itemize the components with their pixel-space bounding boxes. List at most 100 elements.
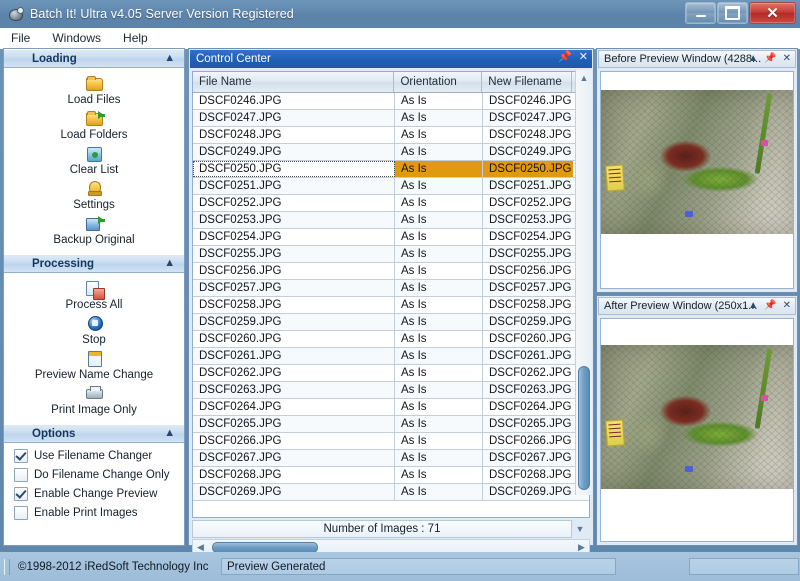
maximize-button[interactable] <box>717 2 748 24</box>
table-row[interactable]: DSCF0267.JPG As Is DSCF0267.JPG <box>193 450 589 467</box>
close-button[interactable]: ✕ <box>749 2 796 24</box>
table-row[interactable]: DSCF0260.JPG As Is DSCF0260.JPG <box>193 331 589 348</box>
sidebar-item-clear-list[interactable]: Clear List <box>4 144 184 177</box>
app-disc-icon <box>8 6 24 22</box>
table-row[interactable]: DSCF0246.JPG As Is DSCF0246.JPG <box>193 93 589 110</box>
cell-file-name: DSCF0264.JPG <box>193 399 395 415</box>
table-row[interactable]: DSCF0254.JPG As Is DSCF0254.JPG <box>193 229 589 246</box>
checkbox-row-enable-change-preview[interactable]: Enable Change Preview <box>4 484 184 503</box>
close-icon[interactable]: ✕ <box>783 299 791 312</box>
cell-orientation: As Is <box>395 280 483 296</box>
sidebar-item-process-all[interactable]: Process All <box>4 279 184 312</box>
table-row[interactable]: DSCF0257.JPG As Is DSCF0257.JPG <box>193 280 589 297</box>
table-row[interactable]: DSCF0250.JPG As Is DSCF0250.JPG <box>193 161 589 178</box>
minimize-button[interactable] <box>685 2 716 24</box>
column-header-new-filename[interactable]: New Filename <box>482 72 573 92</box>
status-panel-4 <box>689 558 799 575</box>
checkbox-row-enable-print-images[interactable]: Enable Print Images <box>4 503 184 522</box>
table-row[interactable]: DSCF0248.JPG As Is DSCF0248.JPG <box>193 127 589 144</box>
close-icon: ✕ <box>766 4 779 22</box>
cell-file-name: DSCF0257.JPG <box>193 280 395 296</box>
cell-orientation: As Is <box>395 110 483 126</box>
checkbox-use-filename-changer[interactable] <box>14 448 28 463</box>
cell-file-name: DSCF0259.JPG <box>193 314 395 330</box>
table-row[interactable]: DSCF0249.JPG As Is DSCF0249.JPG <box>193 144 589 161</box>
chevron-up-icon[interactable]: ▲ <box>164 52 176 64</box>
table-row[interactable]: DSCF0263.JPG As Is DSCF0263.JPG <box>193 382 589 399</box>
close-icon[interactable]: ✕ <box>783 52 791 65</box>
sidebar-section-options-header[interactable]: Options ▲ <box>4 424 184 443</box>
table-row[interactable]: DSCF0268.JPG As Is DSCF0268.JPG <box>193 467 589 484</box>
pin-icon[interactable]: 📌 <box>558 51 572 64</box>
scroll-left-arrow-icon[interactable]: ◀ <box>193 542 208 553</box>
table-row[interactable]: DSCF0259.JPG As Is DSCF0259.JPG <box>193 314 589 331</box>
cell-new-filename: DSCF0248.JPG <box>489 129 572 141</box>
folder-icon <box>85 74 103 92</box>
cell-new-filename: DSCF0266.JPG <box>489 435 572 447</box>
menu-item-help[interactable]: Help <box>112 29 159 47</box>
menu-item-windows[interactable]: Windows <box>41 29 112 47</box>
checkbox-do-filename-change-only[interactable] <box>14 467 28 482</box>
table-row[interactable]: DSCF0261.JPG As Is DSCF0261.JPG <box>193 348 589 365</box>
cell-orientation: As Is <box>395 365 483 381</box>
vertical-scrollbar[interactable]: ▲ <box>575 70 592 495</box>
table-row[interactable]: DSCF0255.JPG As Is DSCF0255.JPG <box>193 246 589 263</box>
sidebar-section-processing-title: Processing <box>32 257 94 270</box>
vertical-scrollbar-thumb[interactable] <box>578 366 590 490</box>
table-row[interactable]: DSCF0265.JPG As Is DSCF0265.JPG <box>193 416 589 433</box>
sidebar-item-preview-name-change[interactable]: Preview Name Change <box>4 349 184 382</box>
table-row[interactable]: DSCF0251.JPG As Is DSCF0251.JPG <box>193 178 589 195</box>
table-row[interactable]: DSCF0262.JPG As Is DSCF0262.JPG <box>193 365 589 382</box>
pin-icon[interactable]: 📌 <box>764 299 776 312</box>
close-icon[interactable]: ✕ <box>579 51 588 64</box>
menu-item-file[interactable]: File <box>0 29 41 47</box>
table-row[interactable]: DSCF0269.JPG As Is DSCF0269.JPG <box>193 484 589 501</box>
scroll-up-arrow-icon[interactable]: ▲ <box>576 70 592 85</box>
sidebar-section-processing-header[interactable]: Processing ▲ <box>4 254 184 273</box>
status-bar: ©1998-2012 iRedSoft Technology Inc Previ… <box>0 552 800 581</box>
sidebar-item-label: Backup Original <box>53 234 135 246</box>
application-window: Batch It! Ultra v4.05 Server Version Reg… <box>0 0 800 581</box>
table-row[interactable]: DSCF0266.JPG As Is DSCF0266.JPG <box>193 433 589 450</box>
grid-rows[interactable]: DSCF0246.JPG As Is DSCF0246.JPG DSCF0247.JP… <box>193 93 589 517</box>
process-all-icon <box>85 279 105 300</box>
table-row[interactable]: DSCF0256.JPG As Is DSCF0256.JPG <box>193 263 589 280</box>
cell-new-filename: DSCF0253.JPG <box>489 214 572 226</box>
cell-new-filename: DSCF0269.JPG <box>489 486 572 498</box>
chevron-up-icon[interactable]: ▲ <box>748 299 758 312</box>
horizontal-scrollbar-thumb[interactable] <box>212 541 318 553</box>
column-header-orientation[interactable]: Orientation <box>394 72 483 92</box>
sidebar-item-settings[interactable]: Settings <box>4 179 184 212</box>
table-row[interactable]: DSCF0253.JPG As Is DSCF0253.JPG <box>193 212 589 229</box>
cell-file-name: DSCF0254.JPG <box>193 229 395 245</box>
sidebar-item-load-files[interactable]: Load Files <box>4 74 184 107</box>
checkbox-enable-change-preview[interactable] <box>14 486 28 501</box>
cell-file-name: DSCF0252.JPG <box>193 195 395 211</box>
table-row[interactable]: DSCF0252.JPG As Is DSCF0252.JPG <box>193 195 589 212</box>
cell-new-filename: DSCF0262.JPG <box>489 367 572 379</box>
cell-new-filename: DSCF0251.JPG <box>489 180 572 192</box>
sidebar-item-print-image-only[interactable]: Print Image Only <box>4 384 184 417</box>
title-bar: Batch It! Ultra v4.05 Server Version Reg… <box>0 0 800 28</box>
sidebar-section-loading-header[interactable]: Loading ▲ <box>4 49 184 68</box>
scroll-right-arrow-icon[interactable]: ▶ <box>574 542 589 553</box>
sidebar-item-stop[interactable]: Stop <box>4 314 184 347</box>
scroll-down-arrow-icon[interactable]: ▼ <box>572 520 588 538</box>
table-row[interactable]: DSCF0258.JPG As Is DSCF0258.JPG <box>193 297 589 314</box>
sidebar-item-backup-original[interactable]: Backup Original <box>4 214 184 247</box>
chevron-up-icon[interactable]: ▲ <box>164 427 176 439</box>
chevron-up-icon[interactable]: ▲ <box>164 257 176 269</box>
cell-new-filename: DSCF0263.JPG <box>489 384 572 396</box>
cell-orientation: As Is <box>395 484 483 500</box>
cell-new-filename: DSCF0265.JPG <box>489 418 572 430</box>
checkbox-enable-print-images[interactable] <box>14 505 28 520</box>
table-row[interactable]: DSCF0247.JPG As Is DSCF0247.JPG <box>193 110 589 127</box>
table-row[interactable]: DSCF0264.JPG As Is DSCF0264.JPG <box>193 399 589 416</box>
chevron-up-icon[interactable]: ▲ <box>748 52 758 65</box>
checkbox-row-use-filename-changer[interactable]: Use Filename Changer <box>4 446 184 465</box>
column-header-file-name[interactable]: File Name <box>193 72 395 92</box>
note-icon <box>85 349 103 367</box>
pin-icon[interactable]: 📌 <box>764 52 776 65</box>
sidebar-item-load-folders[interactable]: Load Folders <box>4 109 184 142</box>
checkbox-row-do-filename-change-only[interactable]: Do Filename Change Only <box>4 465 184 484</box>
